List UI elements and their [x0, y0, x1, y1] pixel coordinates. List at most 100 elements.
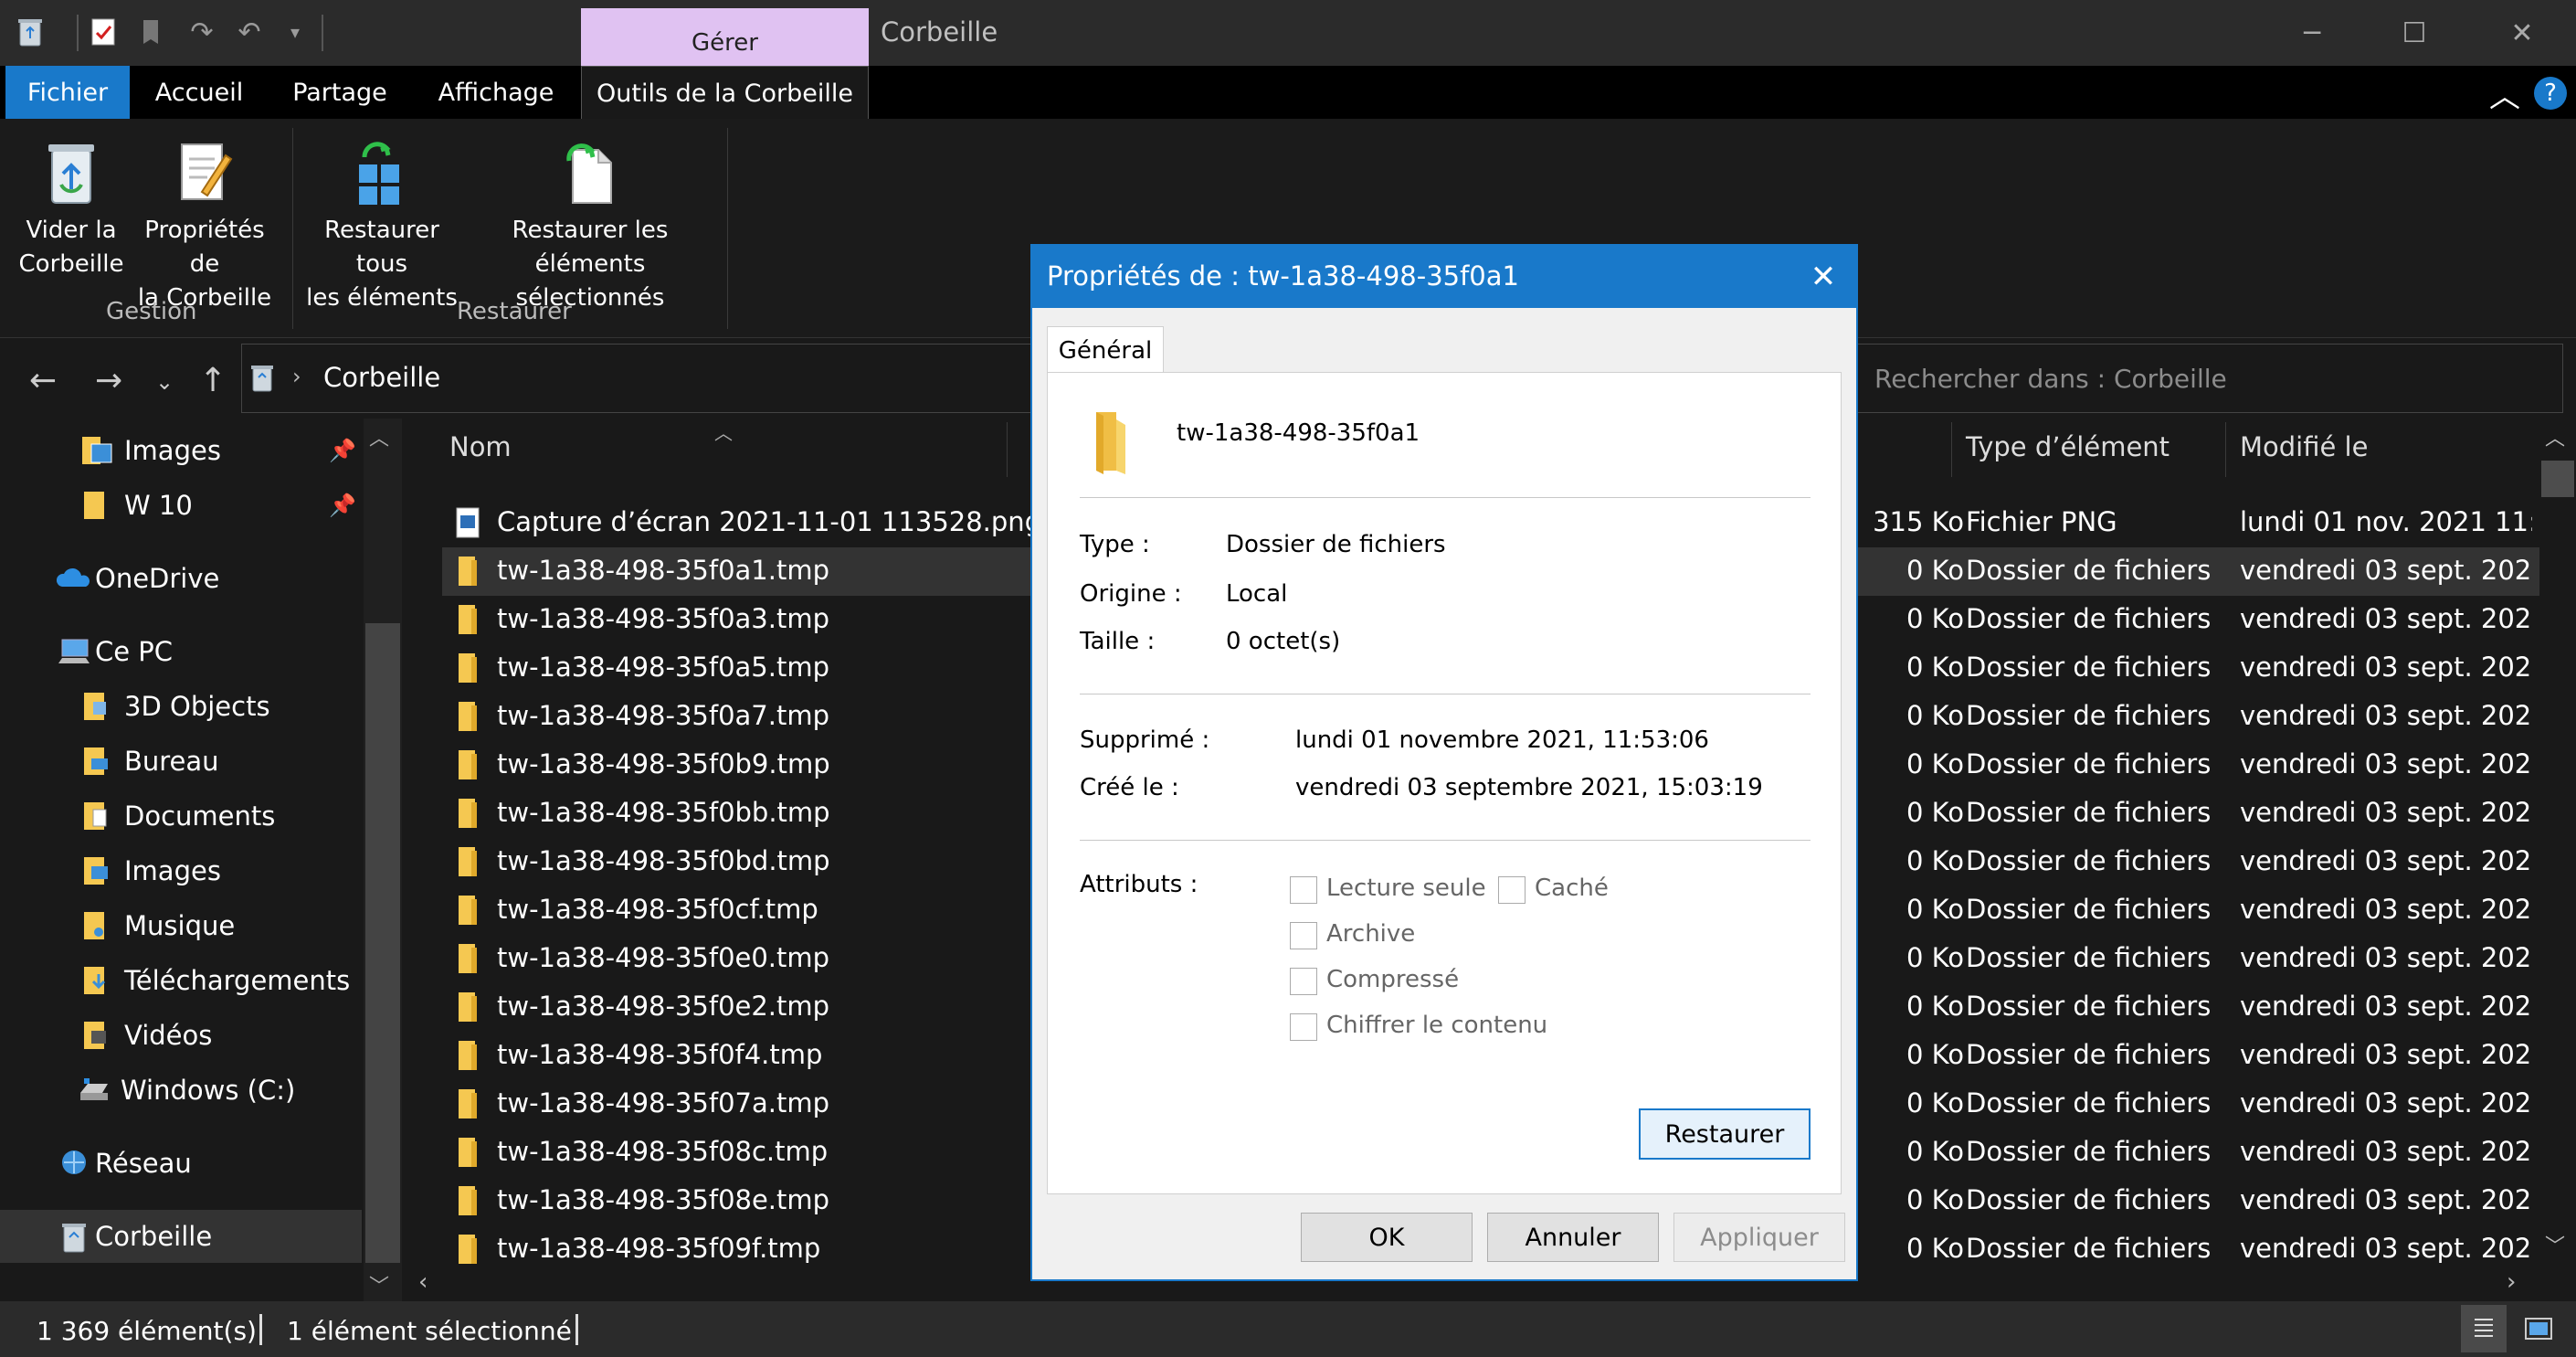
file-list-vertical-scrollbar[interactable] [2539, 419, 2576, 1268]
properties-checkmark-icon[interactable] [88, 16, 119, 48]
scroll-down-chevron-icon[interactable]: ﹀ [369, 1270, 389, 1299]
tab-fichier[interactable]: Fichier [5, 66, 130, 119]
folder-icon [455, 1039, 480, 1072]
sidebar-item-images[interactable]: Images [0, 844, 362, 897]
recycle-bin-app-icon[interactable] [15, 16, 46, 48]
file-name: tw-1a38-498-35f0a1.tmp [497, 555, 829, 586]
checkbox-label: Lecture seule [1326, 875, 1486, 902]
scroll-down-chevron-icon[interactable]: ﹀ [2545, 1230, 2565, 1259]
sidebar-item-videos[interactable]: Vidéos [0, 1009, 362, 1062]
dialog-close-icon[interactable]: ✕ [1800, 253, 1847, 301]
divider [1080, 497, 1811, 498]
forward-arrow-icon[interactable]: → [95, 362, 122, 399]
vertical-scrollbar-thumb[interactable] [2541, 461, 2574, 497]
folder-icon [455, 991, 480, 1023]
cancel-button[interactable]: Annuler [1487, 1213, 1659, 1262]
recent-locations-chevron-icon[interactable]: ⌄ [155, 369, 174, 395]
sidebar-item-telechargements[interactable]: Téléchargements [0, 954, 362, 1007]
file-modified: vendredi 03 sept. 2021… [2240, 991, 2532, 1022]
sidebar-item-windows-c[interactable]: Windows (C:) [0, 1064, 362, 1117]
column-separator[interactable] [1951, 422, 1952, 477]
sidebar-item-reseau[interactable]: Réseau [0, 1137, 362, 1190]
breadcrumb-chevron-icon[interactable]: › [292, 364, 301, 389]
file-size: 0 Ko [1906, 652, 1964, 683]
details-view-icon[interactable] [2461, 1305, 2507, 1352]
sidebar-scrollbar-thumb[interactable] [365, 623, 400, 1263]
status-selection: 1 élément sélectionné [287, 1316, 572, 1346]
pin-icon[interactable]: 📌 [329, 493, 356, 518]
maximize-button[interactable]: ☐ [2364, 0, 2465, 66]
file-type: Dossier de fichiers [1966, 1136, 2212, 1167]
checkbox-chiffrer[interactable] [1290, 1013, 1317, 1041]
file-modified: lundi 01 nov. 2021 11:36 [2240, 506, 2532, 537]
sidebar-item-documents[interactable]: Documents [0, 790, 362, 843]
sidebar-item-3d-objects[interactable]: 3D Objects [0, 680, 362, 733]
file-name: tw-1a38-498-35f0e0.tmp [497, 942, 830, 973]
checkbox-cache[interactable] [1498, 876, 1526, 904]
file-type: Dossier de fichiers [1966, 700, 2212, 731]
collapse-ribbon-icon[interactable]: ︿ [2485, 73, 2525, 115]
undo-icon[interactable]: ↶ [234, 16, 265, 48]
pin-icon[interactable]: 📌 [329, 438, 356, 463]
group-label-gestion: Gestion [106, 298, 197, 325]
sidebar-item-musique[interactable]: Musique [0, 899, 362, 952]
sidebar-item-corbeille[interactable]: Corbeille [0, 1210, 362, 1263]
up-arrow-icon[interactable]: ↑ [199, 362, 227, 399]
file-name: tw-1a38-498-35f0a5.tmp [497, 652, 829, 683]
restore-all-button[interactable]: Restaurer tous les éléments [301, 137, 462, 315]
tab-general[interactable]: Général [1047, 326, 1164, 374]
close-window-button[interactable]: ✕ [2472, 0, 2572, 66]
breadcrumb-corbeille[interactable]: Corbeille [323, 362, 440, 393]
file-type: Dossier de fichiers [1966, 1233, 2212, 1264]
help-icon[interactable]: ? [2534, 77, 2567, 110]
scroll-up-chevron-icon[interactable]: ︿ [2545, 422, 2565, 451]
cloud-icon [57, 567, 90, 587]
file-size: 0 Ko [1906, 942, 1964, 973]
file-size: 0 Ko [1906, 700, 1964, 731]
redo-icon[interactable]: ↷ [186, 16, 217, 48]
column-header-nom[interactable]: Nom [449, 431, 512, 462]
sidebar-item-bureau[interactable]: Bureau [0, 735, 362, 788]
sidebar-item-images-pinned[interactable]: Images 📌 [0, 424, 362, 477]
column-header-modifie[interactable]: Modifié le [2240, 431, 2368, 462]
sidebar-item-onedrive[interactable]: OneDrive [0, 552, 362, 605]
restore-selected-button[interactable]: Restaurer les éléments sélectionnés [464, 137, 716, 315]
back-arrow-icon[interactable]: ← [29, 362, 57, 399]
tab-affichage[interactable]: Affichage [426, 66, 566, 119]
scroll-up-chevron-icon[interactable]: ︿ [369, 422, 389, 451]
file-type: Dossier de fichiers [1966, 603, 2212, 634]
sidebar-item-ce-pc[interactable]: Ce PC [0, 625, 362, 678]
scroll-left-chevron-icon[interactable]: ‹ [418, 1268, 428, 1296]
folder-icon [455, 652, 480, 684]
file-modified: vendredi 03 sept. 2021… [2240, 652, 2532, 683]
sidebar-item-label: Réseau [95, 1148, 192, 1179]
empty-recycle-bin-button[interactable]: Vider la Corbeille [16, 137, 126, 281]
new-folder-icon[interactable] [137, 16, 168, 48]
restaurer-button[interactable]: Restaurer [1639, 1108, 1811, 1160]
tab-partage[interactable]: Partage [280, 66, 400, 119]
column-separator[interactable] [1007, 422, 1008, 477]
file-type: Dossier de fichiers [1966, 991, 2212, 1022]
column-header-type[interactable]: Type d’élément [1966, 431, 2170, 462]
customize-qa-dropdown-icon[interactable]: ▾ [280, 16, 311, 48]
minimize-button[interactable]: ─ [2262, 0, 2362, 66]
sidebar-item-w10[interactable]: W 10 📌 [0, 479, 362, 532]
title-bar [0, 0, 2576, 66]
tab-accueil[interactable]: Accueil [144, 66, 254, 119]
button-label: Restaurer les éléments [512, 217, 669, 278]
sidebar-item-label: Bureau [124, 746, 219, 777]
large-icons-view-icon[interactable] [2518, 1307, 2560, 1351]
checkbox-archive[interactable] [1290, 922, 1317, 949]
folder-icon [84, 967, 106, 994]
checkbox-label: Archive [1326, 920, 1416, 948]
apply-button[interactable]: Appliquer [1673, 1213, 1845, 1262]
recycle-bin-icon [48, 144, 94, 204]
recycle-bin-properties-button[interactable]: Propriétés de la Corbeille [128, 137, 281, 315]
column-separator[interactable] [2225, 422, 2226, 477]
tab-outils-corbeille[interactable]: Outils de la Corbeille [581, 66, 869, 121]
checkbox-lecture-seule[interactable] [1290, 876, 1317, 904]
ok-button[interactable]: OK [1301, 1213, 1473, 1262]
button-label: Restaurer tous [324, 217, 439, 278]
scroll-right-chevron-icon[interactable]: › [2507, 1268, 2516, 1296]
checkbox-compresse[interactable] [1290, 968, 1317, 995]
